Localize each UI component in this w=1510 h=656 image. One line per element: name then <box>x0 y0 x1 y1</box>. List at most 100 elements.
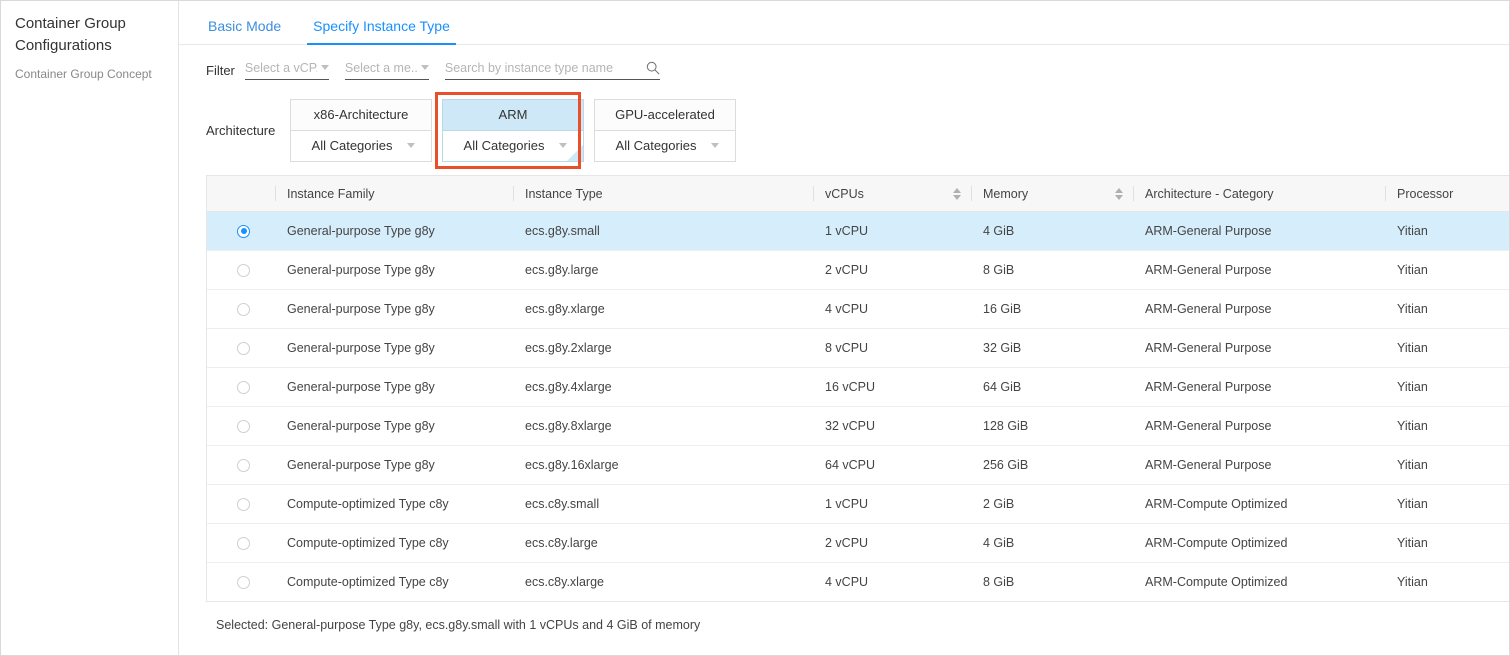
row-select-cell[interactable] <box>207 445 275 485</box>
cell-instance-family: General-purpose Type g8y <box>275 445 513 485</box>
architecture-card-x86[interactable]: x86-Architecture All Categories <box>290 98 432 162</box>
table-row[interactable]: General-purpose Type g8y ecs.g8y.xlarge … <box>207 289 1509 329</box>
selection-summary: Selected: General-purpose Type g8y, ecs.… <box>216 618 701 632</box>
radio-button[interactable] <box>237 458 250 472</box>
cell-architecture-category: ARM-General Purpose <box>1133 250 1385 290</box>
table-header-row: Instance Family Instance Type vCPUs Memo… <box>207 176 1509 212</box>
tab-specify-instance-type[interactable]: Specify Instance Type <box>307 18 456 45</box>
table-row[interactable]: General-purpose Type g8y ecs.g8y.4xlarge… <box>207 367 1509 407</box>
row-select-cell[interactable] <box>207 211 275 251</box>
radio-button[interactable] <box>237 497 250 511</box>
radio-button[interactable] <box>237 341 250 355</box>
cell-processor: Yitian <box>1385 250 1509 290</box>
sort-vcpus-icon[interactable] <box>953 187 961 200</box>
cell-processor: Yitian <box>1385 484 1509 524</box>
cell-vcpus: 4 vCPU <box>825 575 869 589</box>
architecture-card-arm[interactable]: ARM All Categories <box>435 91 584 169</box>
cell-architecture-category: ARM-Compute Optimized <box>1133 523 1385 563</box>
cell-memory: 16 GiB <box>971 289 1133 329</box>
table-header-instance-family-label: Instance Family <box>287 186 375 201</box>
radio-button[interactable] <box>237 419 250 433</box>
chevron-down-icon <box>320 65 329 70</box>
row-select-cell[interactable] <box>207 250 275 290</box>
radio-button[interactable] <box>237 575 250 589</box>
radio-button[interactable] <box>237 224 250 238</box>
cell-memory: 256 GiB <box>971 445 1133 485</box>
table-header-vcpus[interactable]: vCPUs <box>813 176 971 212</box>
row-select-cell[interactable] <box>207 523 275 563</box>
table-row[interactable]: General-purpose Type g8y ecs.g8y.2xlarge… <box>207 328 1509 368</box>
table-row[interactable]: General-purpose Type g8y ecs.g8y.large 2… <box>207 250 1509 290</box>
cell-memory: 32 GiB <box>971 328 1133 368</box>
row-select-cell[interactable] <box>207 289 275 329</box>
architecture-label: Architecture <box>206 122 276 138</box>
radio-button[interactable] <box>237 536 250 550</box>
table-row[interactable]: Compute-optimized Type c8y ecs.c8y.large… <box>207 523 1509 563</box>
cell-processor: Yitian <box>1385 328 1509 368</box>
architecture-card-gpu-title[interactable]: GPU-accelerated <box>594 98 736 131</box>
memory-select[interactable]: Select a me... <box>344 61 429 80</box>
row-select-cell[interactable] <box>207 328 275 368</box>
architecture-card-x86-title[interactable]: x86-Architecture <box>290 98 432 131</box>
table-header-architecture-category: Architecture - Category <box>1133 176 1385 212</box>
cell-memory: 8 GiB <box>971 250 1133 290</box>
cell-memory: 4 GiB <box>971 523 1133 563</box>
tab-basic-mode[interactable]: Basic Mode <box>206 18 283 44</box>
chevron-down-icon <box>407 143 415 148</box>
table-row[interactable]: General-purpose Type g8y ecs.g8y.8xlarge… <box>207 406 1509 446</box>
table-row[interactable]: Compute-optimized Type c8y ecs.c8y.small… <box>207 484 1509 524</box>
architecture-card-gpu-category-select[interactable]: All Categories <box>594 130 736 162</box>
row-select-cell[interactable] <box>207 406 275 446</box>
main-content: Basic Mode Specify Instance Type Filter … <box>179 1 1509 655</box>
cell-vcpus: 1 vCPU <box>813 484 971 524</box>
vcpu-select[interactable]: Select a vCP... <box>244 60 329 80</box>
cell-instance-type: ecs.c8y.xlarge <box>525 575 604 589</box>
vcpu-select-placeholder: Select a vCP... <box>244 60 317 75</box>
instance-type-table: Instance Family Instance Type vCPUs Memo… <box>206 175 1509 602</box>
sidebar: Container Group Configurations Container… <box>1 1 179 655</box>
page-root: Container Group Configurations Container… <box>0 0 1510 656</box>
cell-instance-type: ecs.g8y.xlarge <box>513 289 813 329</box>
table-header-instance-type-label: Instance Type <box>525 186 603 201</box>
search-input[interactable]: Search by instance type name <box>444 60 660 80</box>
search-icon[interactable] <box>646 61 660 75</box>
radio-button[interactable] <box>237 263 250 277</box>
sidebar-title: Container Group Configurations <box>15 15 126 54</box>
radio-button[interactable] <box>237 302 250 316</box>
chevron-down-icon <box>711 143 719 148</box>
table-row[interactable]: Compute-optimized Type c8y ecs.c8y.xlarg… <box>207 563 1509 602</box>
table-header-processor-label: Processor <box>1397 186 1454 201</box>
cell-architecture-category: ARM-Compute Optimized <box>1145 575 1288 589</box>
architecture-card-arm-title[interactable]: ARM <box>442 98 584 131</box>
table-row[interactable]: General-purpose Type g8y ecs.g8y.16xlarg… <box>207 445 1509 485</box>
table-header-instance-type: Instance Type <box>513 176 813 212</box>
radio-button[interactable] <box>237 380 250 394</box>
cell-architecture-category: ARM-General Purpose <box>1133 445 1385 485</box>
filter-row: Filter Select a vCP... Select a me... Se… <box>179 45 1509 80</box>
table-row[interactable]: General-purpose Type g8y ecs.g8y.small 1… <box>207 211 1509 251</box>
architecture-card-gpu[interactable]: GPU-accelerated All Categories <box>594 98 736 162</box>
architecture-card-gpu-category-label: All Categories <box>615 138 697 153</box>
row-select-cell[interactable] <box>207 484 275 524</box>
architecture-card-arm-category-select[interactable]: All Categories <box>442 130 584 162</box>
filter-label: Filter <box>206 62 235 78</box>
cell-instance-type: ecs.g8y.large <box>513 250 813 290</box>
table-header-memory[interactable]: Memory <box>971 176 1133 212</box>
cell-memory: 64 GiB <box>971 367 1133 407</box>
sort-memory-icon[interactable] <box>1115 187 1123 200</box>
row-select-cell[interactable] <box>207 367 275 407</box>
selected-corner-icon <box>567 144 583 161</box>
sidebar-item-container-group-concept[interactable]: Container Group Concept <box>1 65 178 83</box>
cell-architecture-category: ARM-General Purpose <box>1133 289 1385 329</box>
cell-instance-family: General-purpose Type g8y <box>275 328 513 368</box>
cell-instance-type: ecs.c8y.large <box>513 523 813 563</box>
search-input-placeholder: Search by instance type name <box>444 60 614 75</box>
architecture-card-x86-category-select[interactable]: All Categories <box>290 130 432 162</box>
row-select-cell[interactable] <box>207 563 275 602</box>
cell-instance-type: ecs.g8y.8xlarge <box>513 406 813 446</box>
cell-instance-family: General-purpose Type g8y <box>275 367 513 407</box>
architecture-card-arm-category-label: All Categories <box>463 138 545 153</box>
table-header-memory-label: Memory <box>983 186 1029 201</box>
cell-instance-family: Compute-optimized Type c8y <box>275 523 513 563</box>
cell-instance-family: Compute-optimized Type c8y <box>275 484 513 524</box>
